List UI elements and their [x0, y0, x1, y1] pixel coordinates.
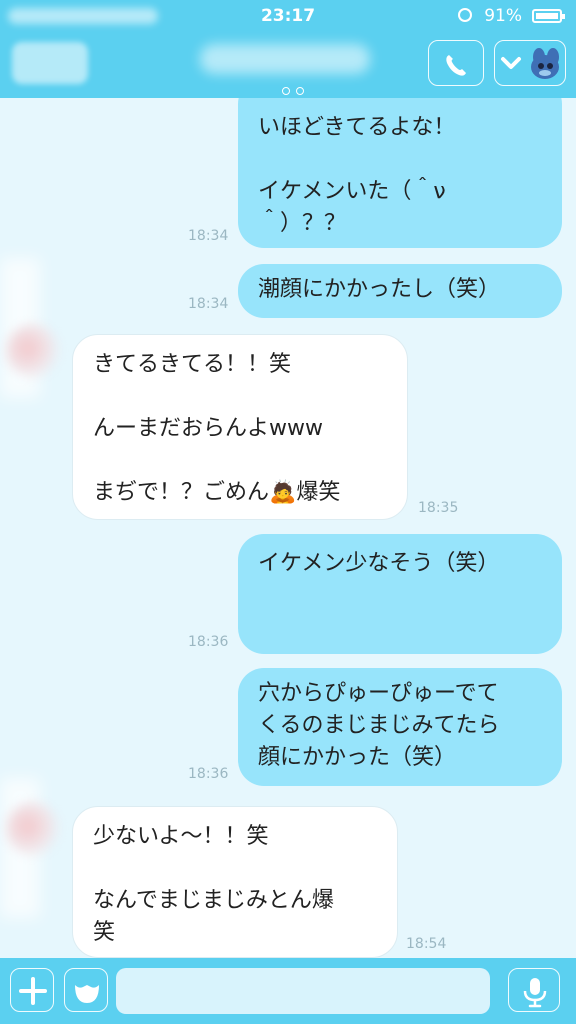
chat-title-blurred — [200, 44, 370, 74]
battery-percentage: 91% — [484, 6, 522, 26]
message-time: 18:34 — [188, 228, 229, 244]
call-button[interactable] — [428, 40, 484, 86]
sticker-icon — [75, 985, 99, 1003]
mic-icon — [523, 978, 547, 1008]
input-bar — [0, 958, 576, 1024]
rotation-lock-icon — [458, 8, 472, 22]
message-bubble-sent[interactable]: 穴からぴゅーぴゅーでて くるのまじまじみてたら 顔にかかった（笑） — [238, 668, 562, 786]
message-input[interactable] — [116, 968, 490, 1014]
message-bubble-sent[interactable]: いほどきてるよな！ イケメンいた（＾ν ＾）？？ — [238, 98, 562, 248]
attach-button[interactable] — [10, 968, 54, 1012]
menu-button[interactable] — [494, 40, 566, 86]
message-bubble-received[interactable]: きてるきてる！！笑 んーまだおらんよwww まぢで！？ごめん🙇爆笑 — [72, 334, 408, 520]
message-bubble-received[interactable]: 少ないよ〜！！笑 なんでまじまじみとん爆 笑 — [72, 806, 398, 958]
message-list[interactable]: いほどきてるよな！ イケメンいた（＾ν ＾）？？ 18:34 潮顔にかかったし（… — [0, 98, 576, 958]
voice-button[interactable] — [508, 968, 560, 1012]
avatar[interactable] — [6, 802, 60, 856]
chat-header: 23:17 91% — [0, 0, 576, 98]
message-time: 18:36 — [188, 766, 229, 782]
avatar[interactable] — [6, 324, 60, 378]
plus-icon — [19, 977, 47, 1005]
phone-icon — [446, 55, 466, 76]
message-time: 18:34 — [188, 296, 229, 312]
sticker-button[interactable] — [64, 968, 108, 1012]
page-dots — [282, 80, 312, 95]
chevron-down-icon — [501, 48, 559, 79]
message-bubble-sent[interactable]: 潮顔にかかったし（笑） — [238, 264, 562, 318]
message-time: 18:35 — [418, 500, 459, 516]
status-bar: 23:17 91% — [0, 0, 576, 32]
message-time: 18:54 — [406, 936, 447, 952]
back-button[interactable] — [12, 42, 88, 84]
message-bubble-sent[interactable]: イケメン少なそう（笑） — [238, 534, 562, 654]
battery-icon — [532, 9, 565, 23]
message-time: 18:36 — [188, 634, 229, 650]
